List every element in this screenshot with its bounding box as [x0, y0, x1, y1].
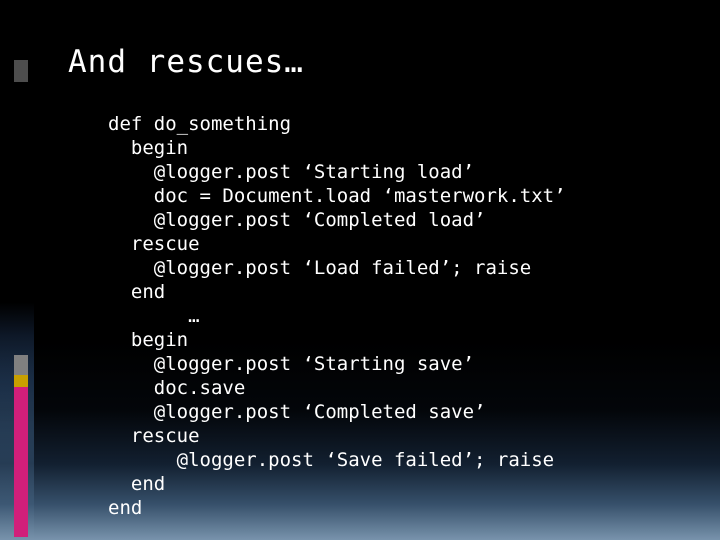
code-line: @logger.post ‘Save failed’; raise: [108, 449, 555, 471]
code-line: @logger.post ‘Load failed’; raise: [108, 257, 532, 279]
accent-bar-dark-grey: [14, 60, 28, 82]
accent-bar-magenta: [14, 387, 28, 537]
code-line: doc = Document.load ‘masterwork.txt’: [108, 185, 566, 207]
accent-bar-yellow: [14, 375, 28, 387]
slide-title: And rescues…: [68, 44, 304, 80]
code-line: rescue: [108, 425, 200, 447]
code-line: end: [108, 497, 143, 519]
code-line: …: [108, 305, 200, 327]
code-line: end: [108, 281, 166, 303]
code-line: doc.save: [108, 377, 246, 399]
slide-canvas: And rescues… def do_something begin @log…: [0, 0, 720, 540]
accent-bar-grey: [14, 355, 28, 375]
code-line: rescue: [108, 233, 200, 255]
code-line: @logger.post ‘Starting load’: [108, 161, 475, 183]
code-line: end: [108, 473, 166, 495]
code-line: def do_something: [108, 113, 292, 135]
code-block: def do_something begin @logger.post ‘Sta…: [108, 112, 708, 520]
code-line: @logger.post ‘Completed load’: [108, 209, 486, 231]
code-line: begin: [108, 329, 189, 351]
code-line: begin: [108, 137, 189, 159]
code-line: @logger.post ‘Starting save’: [108, 353, 475, 375]
code-line: @logger.post ‘Completed save’: [108, 401, 486, 423]
